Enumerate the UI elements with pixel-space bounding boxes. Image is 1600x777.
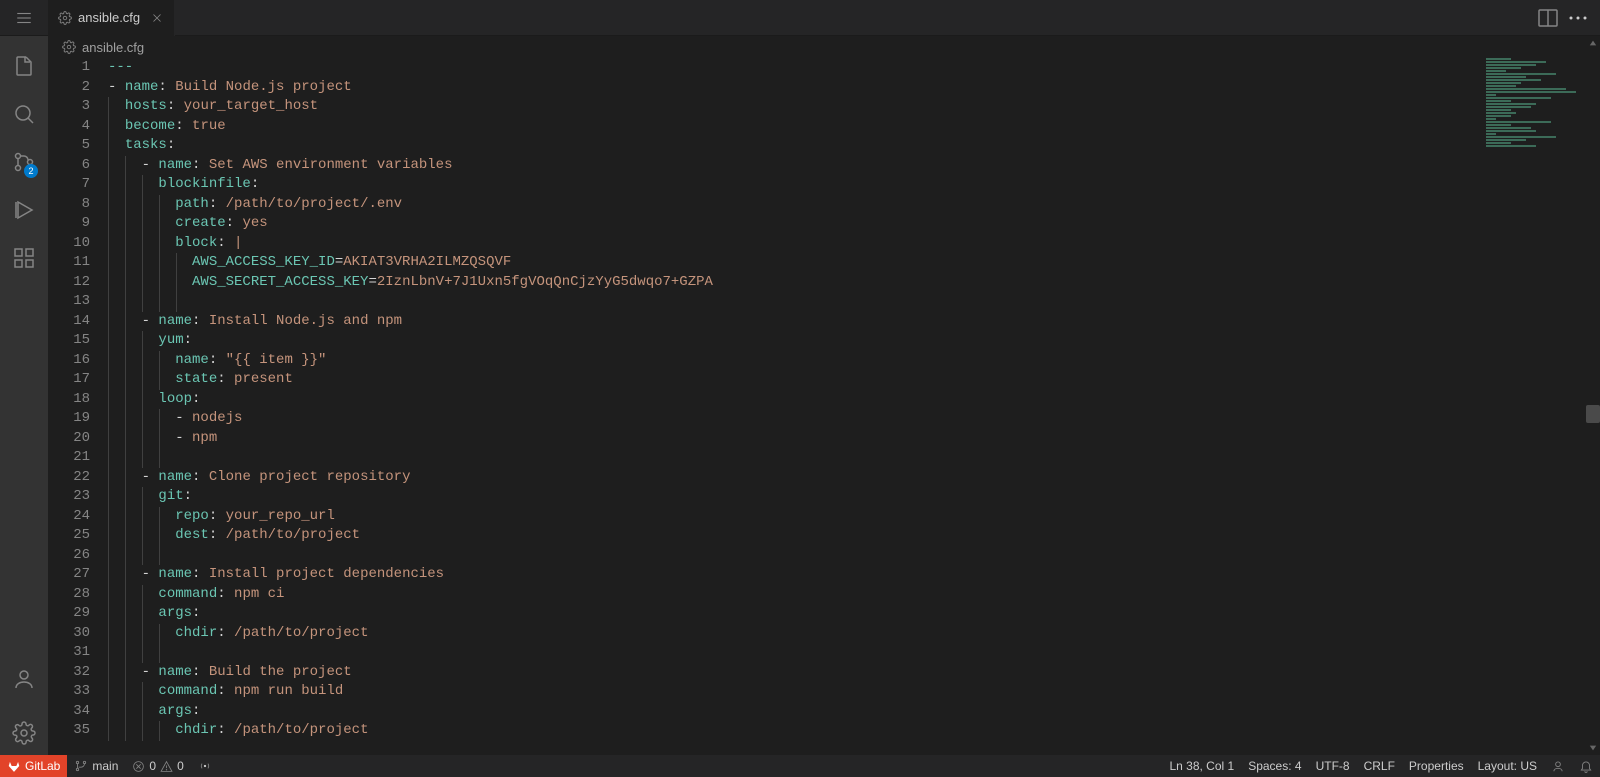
status-layout[interactable]: Layout: US <box>1471 759 1544 773</box>
activity-account-icon[interactable] <box>0 657 48 701</box>
status-branch-label: main <box>92 759 118 773</box>
status-feedback-icon[interactable] <box>1544 759 1572 773</box>
scm-badge: 2 <box>24 164 38 178</box>
activity-debug-icon[interactable] <box>0 188 48 232</box>
status-cursor[interactable]: Ln 38, Col 1 <box>1162 759 1241 773</box>
scrollbar-thumb[interactable] <box>1586 405 1600 423</box>
error-icon <box>132 760 145 773</box>
gear-icon <box>58 11 72 25</box>
status-encoding[interactable]: UTF-8 <box>1309 759 1357 773</box>
line-gutter: 1234567891011121314151617181920212223242… <box>48 58 108 755</box>
tab-ansible-cfg[interactable]: ansible.cfg <box>48 0 175 36</box>
editor-area: ansible.cfg 1234567891011121314151617181… <box>48 36 1600 755</box>
radio-icon <box>198 759 212 773</box>
title-bar: ansible.cfg <box>0 0 1600 36</box>
code-content[interactable]: ---- name: Build Node.js project hosts: … <box>108 58 1600 755</box>
status-bell-icon[interactable] <box>1572 759 1600 773</box>
code-editor[interactable]: 1234567891011121314151617181920212223242… <box>48 58 1600 755</box>
close-icon[interactable] <box>150 11 164 25</box>
status-eol[interactable]: CRLF <box>1357 759 1402 773</box>
status-bar: GitLab main 0 0 Ln 38, Col 1 Spaces: 4 U… <box>0 755 1600 777</box>
status-branch[interactable]: main <box>67 755 125 777</box>
status-language[interactable]: Properties <box>1402 759 1471 773</box>
status-indent[interactable]: Spaces: 4 <box>1241 759 1308 773</box>
status-errors-count: 0 <box>149 759 156 773</box>
status-gitlab-label: GitLab <box>25 759 60 773</box>
split-editor-icon[interactable] <box>1536 6 1560 30</box>
activity-scm-icon[interactable]: 2 <box>0 140 48 184</box>
activity-extensions-icon[interactable] <box>0 236 48 280</box>
tab-label: ansible.cfg <box>78 10 140 25</box>
breadcrumb[interactable]: ansible.cfg <box>48 36 1600 58</box>
scrollbar-up-icon[interactable] <box>1586 36 1600 50</box>
status-warnings-count: 0 <box>177 759 184 773</box>
activity-bar: 2 <box>0 36 48 755</box>
branch-icon <box>74 759 88 773</box>
activity-search-icon[interactable] <box>0 92 48 136</box>
status-gitlab[interactable]: GitLab <box>0 755 67 777</box>
menu-hamburger-icon[interactable] <box>0 0 48 35</box>
status-ports[interactable] <box>191 755 219 777</box>
breadcrumb-label: ansible.cfg <box>82 40 144 55</box>
gitlab-icon <box>7 759 21 773</box>
more-actions-icon[interactable] <box>1566 6 1590 30</box>
gear-icon <box>62 40 76 54</box>
activity-settings-icon[interactable] <box>0 711 48 755</box>
status-problems[interactable]: 0 0 <box>125 755 190 777</box>
activity-explorer-icon[interactable] <box>0 44 48 88</box>
warning-icon <box>160 760 173 773</box>
scrollbar-down-icon[interactable] <box>1586 741 1600 755</box>
